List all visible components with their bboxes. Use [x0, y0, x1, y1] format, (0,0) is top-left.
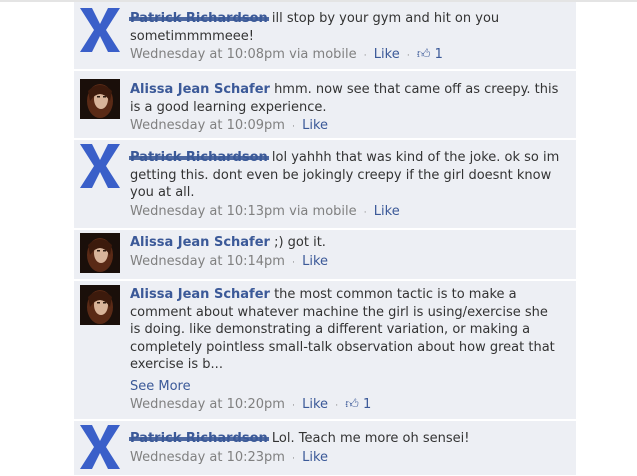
- separator-dot: ·: [292, 453, 295, 464]
- like-count[interactable]: 1: [435, 47, 443, 62]
- separator-dot: ·: [406, 51, 410, 61]
- comment-body: Patrick Richardson lol yahhh that was ki…: [129, 149, 560, 223]
- comment-item: Alissa Jean Schafer ;) got it. Wednesday…: [74, 230, 576, 280]
- like-count[interactable]: 1: [363, 397, 371, 412]
- comment-text: Lol. Teach me more oh sensei!: [267, 431, 470, 446]
- x-redaction-icon: [80, 144, 120, 188]
- see-more-link[interactable]: See More: [130, 378, 560, 396]
- redacted-avatar[interactable]: [76, 142, 124, 190]
- like-button[interactable]: Like: [374, 204, 400, 219]
- timestamp[interactable]: Wednesday at 10:20pm: [130, 397, 285, 412]
- comment-body: Alissa Jean Schafer ;) got it. Wednesday…: [130, 234, 560, 272]
- separator-dot: ·: [292, 401, 295, 411]
- thumbs-up-icon: 👍︎: [345, 397, 359, 412]
- profile-photo-icon: [80, 285, 120, 325]
- comment-body: Alissa Jean Schafer the most common tact…: [130, 286, 560, 416]
- profile-photo-icon: [80, 233, 120, 273]
- like-button[interactable]: Like: [302, 450, 328, 465]
- comment-body: Alissa Jean Schafer hmm. now see that ca…: [130, 81, 560, 137]
- timestamp[interactable]: Wednesday at 10:14pm: [130, 254, 285, 269]
- x-redaction-icon: [80, 425, 120, 469]
- author-name[interactable]: Patrick Richardson: [129, 149, 269, 167]
- comment-body: Patrick Richardson ill stop by your gym …: [129, 10, 560, 66]
- like-button[interactable]: Like: [302, 118, 328, 133]
- separator-dot: ·: [292, 257, 295, 268]
- redacted-avatar[interactable]: [76, 6, 124, 54]
- like-button[interactable]: Like: [302, 397, 328, 412]
- timestamp[interactable]: Wednesday at 10:09pm: [130, 118, 285, 133]
- author-name[interactable]: Alissa Jean Schafer: [130, 82, 270, 97]
- comment-body: Patrick Richardson Lol. Teach me more oh…: [129, 430, 560, 469]
- profile-photo-avatar[interactable]: [80, 233, 120, 273]
- thumbs-up-icon: 👍︎: [416, 47, 431, 62]
- separator-dot: ·: [292, 122, 295, 132]
- redacted-avatar[interactable]: [76, 423, 124, 471]
- profile-photo-icon: [80, 79, 120, 119]
- separator-dot: ·: [363, 51, 367, 61]
- via-mobile: via mobile: [289, 203, 357, 219]
- comment-meta: Wednesday at 10:13pm via mobile · Like: [130, 203, 560, 223]
- comment-item: Patrick Richardson lol yahhh that was ki…: [74, 140, 576, 229]
- profile-photo-avatar[interactable]: [80, 79, 120, 119]
- timestamp[interactable]: Wednesday at 10:23pm: [130, 450, 285, 465]
- separator-dot: ·: [335, 401, 339, 411]
- comment-text: ;) got it.: [269, 235, 326, 250]
- comment-feed: Patrick Richardson ill stop by your gym …: [74, 2, 576, 476]
- comment-item: Patrick Richardson Lol. Teach me more oh…: [74, 421, 576, 476]
- comment-meta: Wednesday at 10:08pm via mobile · Like ·…: [130, 46, 560, 66]
- x-redaction-icon: [80, 8, 120, 52]
- via-mobile: via mobile: [289, 47, 357, 62]
- author-name[interactable]: Alissa Jean Schafer: [130, 235, 270, 250]
- comment-meta: Wednesday at 10:14pm · Like: [130, 253, 560, 273]
- comment-item: Alissa Jean Schafer the most common tact…: [74, 281, 576, 420]
- comment-meta: Wednesday at 10:09pm · Like: [130, 117, 560, 137]
- comment-item: Patrick Richardson ill stop by your gym …: [74, 2, 576, 70]
- author-name[interactable]: Patrick Richardson: [129, 10, 269, 28]
- timestamp[interactable]: Wednesday at 10:08pm: [130, 47, 285, 62]
- author-name[interactable]: Patrick Richardson: [129, 430, 269, 448]
- timestamp[interactable]: Wednesday at 10:13pm: [130, 204, 285, 219]
- comment-meta: Wednesday at 10:20pm · Like · 👍︎ 1: [130, 396, 560, 416]
- profile-photo-avatar[interactable]: [80, 285, 120, 325]
- comment-item: Alissa Jean Schafer hmm. now see that ca…: [74, 71, 576, 139]
- separator-dot: ·: [363, 207, 367, 218]
- comment-meta: Wednesday at 10:23pm · Like: [130, 449, 560, 469]
- like-button[interactable]: Like: [302, 254, 328, 269]
- author-name[interactable]: Alissa Jean Schafer: [130, 287, 270, 302]
- like-button[interactable]: Like: [374, 47, 400, 62]
